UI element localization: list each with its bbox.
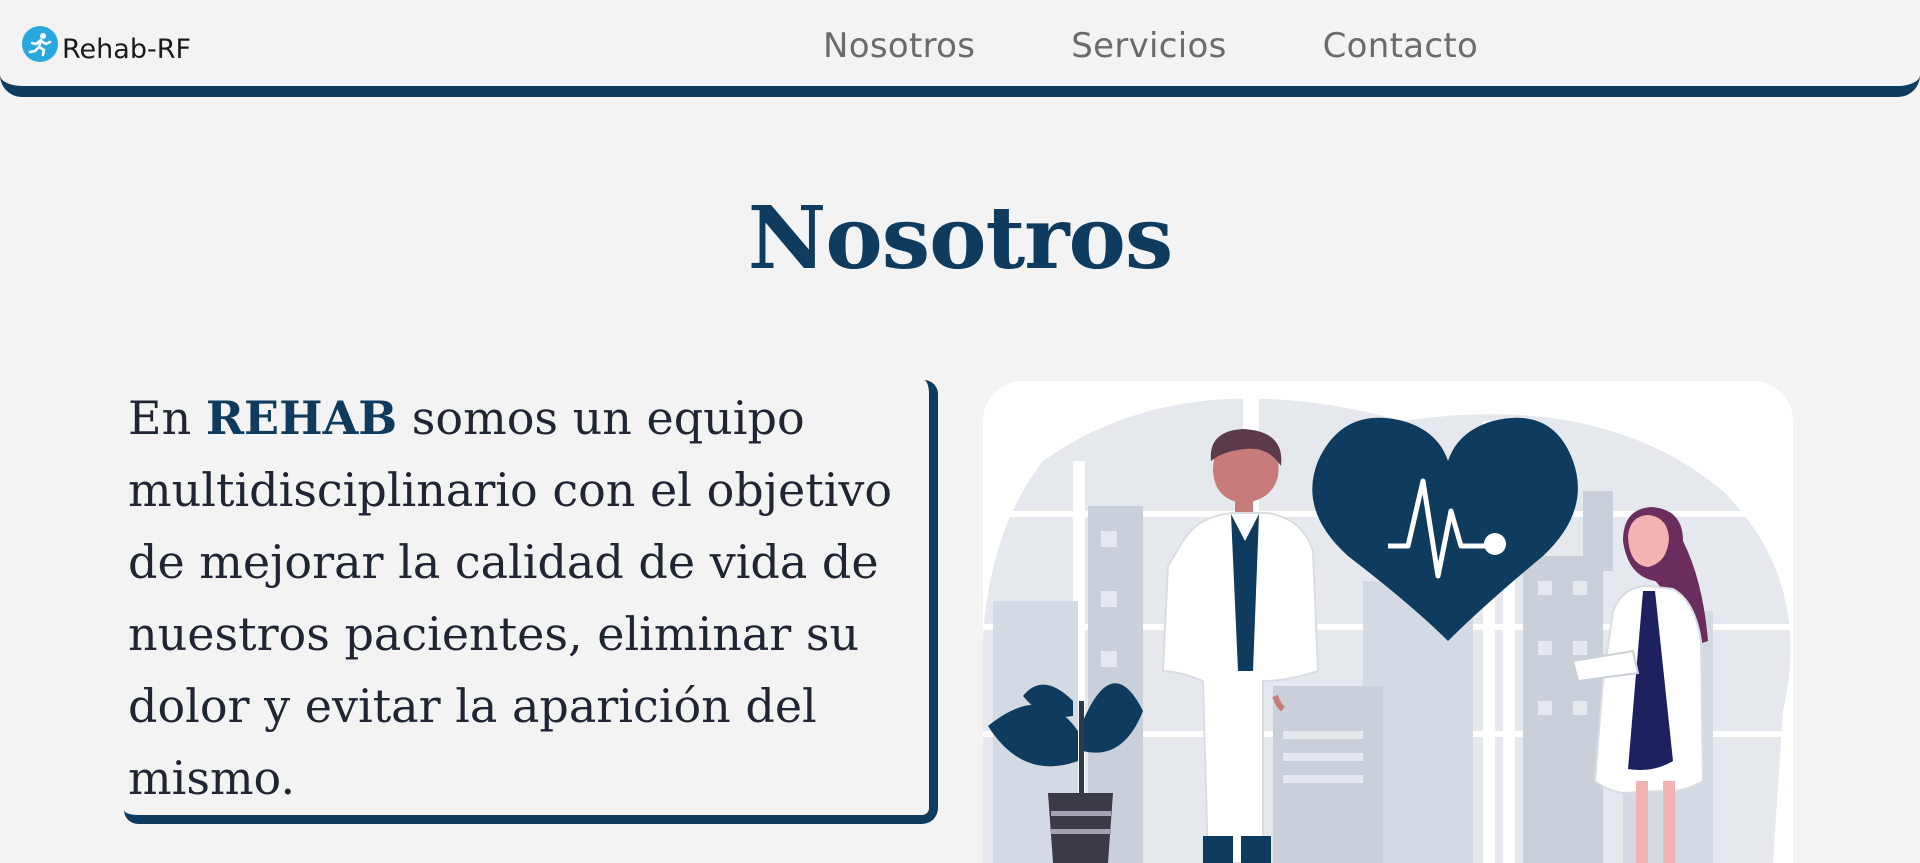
- brand-highlight: REHAB: [205, 391, 398, 445]
- brand-link[interactable]: Rehab-RF: [22, 22, 191, 65]
- about-text-body: somos un equipo multidisciplinario con e…: [128, 391, 893, 805]
- about-text-lead: En: [128, 391, 206, 445]
- main-nav: Nosotros Servicios Contacto: [823, 26, 1478, 66]
- nav-link-contacto[interactable]: Contacto: [1323, 26, 1478, 66]
- brand-name: Rehab-RF: [62, 34, 191, 65]
- navbar: Rehab-RF Nosotros Servicios Contacto: [0, 0, 1920, 97]
- about-text: En REHAB somos un equipo multidisciplina…: [128, 382, 938, 814]
- nav-link-nosotros[interactable]: Nosotros: [823, 26, 975, 66]
- doctors-heart-illustration: [983, 381, 1793, 863]
- page-title: Nosotros: [747, 188, 1174, 289]
- nav-link-servicios[interactable]: Servicios: [1071, 26, 1226, 66]
- runner-icon: [22, 25, 58, 62]
